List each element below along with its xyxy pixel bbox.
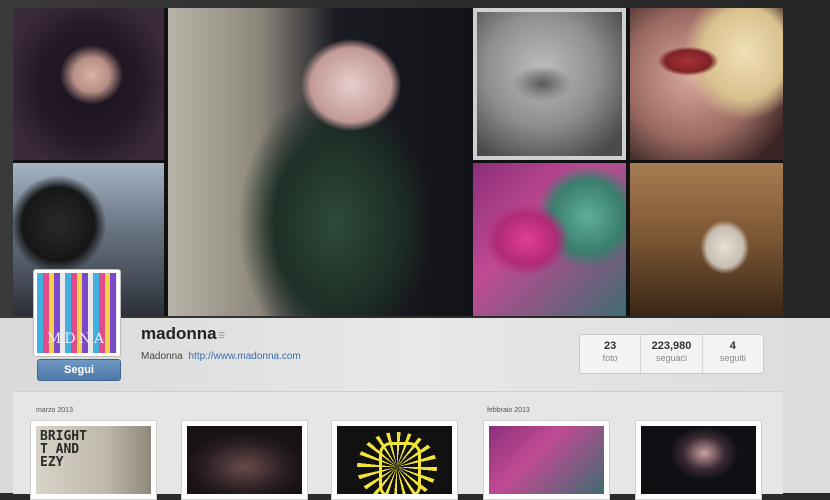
stat-photos[interactable]: 23 foto bbox=[580, 335, 640, 373]
mosaic-photo[interactable] bbox=[630, 8, 783, 160]
profile-full-name: Madonna bbox=[141, 351, 183, 362]
month-label: febbraio 2013 bbox=[487, 407, 530, 414]
feed-photo[interactable] bbox=[483, 420, 610, 500]
mosaic-photo[interactable] bbox=[168, 8, 473, 316]
feed-photo-image bbox=[641, 426, 756, 494]
stat-label: seguiti bbox=[719, 353, 746, 363]
profile-website-link[interactable]: http://www.madonna.com bbox=[188, 351, 300, 362]
follow-button[interactable]: Segui bbox=[37, 359, 121, 381]
profile-stats: 23 foto 223,980 seguaci 4 seguiti bbox=[579, 334, 764, 374]
feed-photo[interactable] bbox=[635, 420, 762, 500]
avatar-logo-text: MDNA bbox=[47, 331, 107, 347]
photo-text: BRIGHT T AND EZY bbox=[40, 429, 87, 470]
stat-label: foto bbox=[602, 353, 618, 363]
avatar[interactable]: MDNA bbox=[33, 269, 121, 357]
avatar-image: MDNA bbox=[37, 273, 117, 353]
stat-following[interactable]: 4 seguiti bbox=[701, 335, 763, 373]
photo-feed: marzo 2013 febbraio 2013 BRIGHT T AND EZ… bbox=[13, 391, 783, 500]
art-figure bbox=[379, 442, 421, 494]
menu-icon[interactable]: ☰ bbox=[218, 331, 225, 340]
mosaic-photo[interactable] bbox=[13, 8, 164, 160]
feed-photo-image bbox=[337, 426, 452, 494]
mosaic-photo[interactable] bbox=[473, 8, 626, 160]
month-label: marzo 2013 bbox=[36, 407, 73, 414]
feed-photo-image bbox=[187, 426, 302, 494]
stat-value: 223,980 bbox=[651, 340, 692, 352]
feed-photo[interactable] bbox=[181, 420, 308, 500]
feed-photo[interactable]: BRIGHT T AND EZY bbox=[30, 420, 157, 500]
photo-mosaic bbox=[13, 8, 783, 316]
profile-bio: Madonna http://www.madonna.com bbox=[141, 351, 301, 362]
mosaic-photo[interactable] bbox=[630, 163, 783, 316]
mosaic-photo[interactable] bbox=[473, 163, 626, 316]
stat-value: 23 bbox=[604, 340, 617, 352]
feed-photo-image: BRIGHT T AND EZY bbox=[36, 426, 151, 494]
stat-value: 4 bbox=[729, 340, 736, 352]
feed-photo-image bbox=[489, 426, 604, 494]
stat-followers[interactable]: 223,980 seguaci bbox=[640, 335, 701, 373]
stat-label: seguaci bbox=[655, 353, 687, 363]
profile-username: madonna bbox=[141, 324, 217, 343]
feed-photo[interactable] bbox=[331, 420, 458, 500]
